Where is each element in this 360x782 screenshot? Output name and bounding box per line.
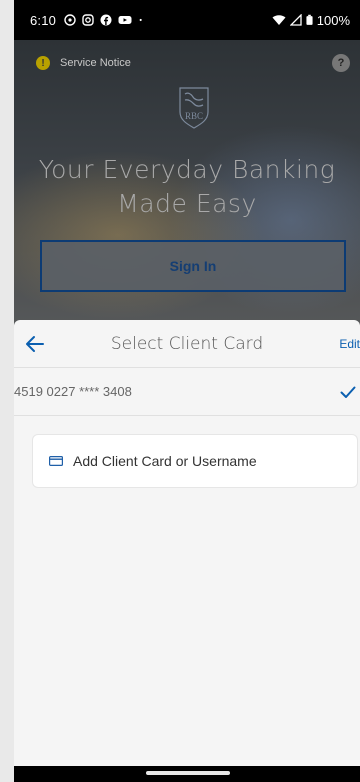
youtube-icon	[118, 16, 132, 24]
edit-button[interactable]: Edit	[339, 320, 360, 368]
home-gesture-handle[interactable]	[146, 771, 230, 775]
whatsapp-icon	[64, 14, 76, 26]
client-card-number: 4519 0227 **** 3408	[14, 384, 132, 399]
checkmark-icon	[340, 386, 356, 398]
service-notice[interactable]: ! Service Notice	[36, 56, 131, 70]
more-dot-icon	[139, 18, 142, 22]
client-card-row[interactable]: 4519 0227 **** 3408	[14, 368, 360, 416]
status-bar: 6:10 100%	[14, 0, 360, 40]
navigation-bar	[14, 766, 360, 782]
notification-icons	[64, 14, 146, 26]
rbc-logo-text: RBC	[185, 111, 203, 121]
hero-headline: Your Everyday Banking Made Easy	[14, 153, 360, 221]
status-right: 100%	[272, 13, 350, 28]
battery-percent: 100%	[316, 12, 350, 28]
back-arrow-icon[interactable]	[24, 333, 46, 355]
battery-icon	[306, 14, 313, 25]
credit-card-icon	[49, 456, 63, 466]
add-client-card-label: Add Client Card or Username	[73, 453, 257, 469]
hero-headline-line1: Your Everyday Banking	[38, 155, 336, 184]
wifi-icon	[272, 15, 286, 25]
warning-icon: !	[36, 56, 50, 70]
status-time: 6:10	[30, 12, 57, 28]
service-notice-label: Service Notice	[60, 57, 131, 69]
sheet-title: Select Client Card	[110, 334, 264, 354]
phone-screen: 6:10 100% ! Service Notice ? RBC Your Ev…	[14, 0, 360, 782]
instagram-icon	[82, 14, 94, 26]
signal-icon	[289, 14, 302, 26]
rbc-logo-icon: RBC	[179, 87, 209, 129]
facebook-icon	[100, 14, 112, 26]
add-client-card-button[interactable]: Add Client Card or Username	[32, 434, 358, 488]
sheet-header: Select Client Card Edit	[14, 320, 360, 368]
sign-in-button[interactable]: Sign In	[40, 240, 346, 292]
help-icon[interactable]: ?	[332, 54, 350, 72]
hero-headline-line2: Made Easy	[117, 189, 257, 218]
select-client-card-sheet: Select Client Card Edit 4519 0227 **** 3…	[14, 320, 360, 766]
